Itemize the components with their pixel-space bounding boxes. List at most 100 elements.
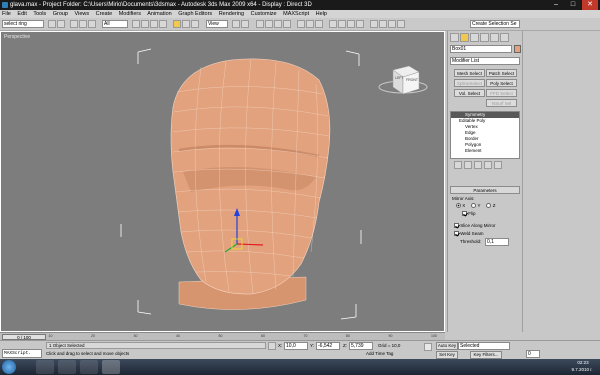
bind-space-warp-icon[interactable]	[88, 20, 96, 28]
stack-item-element[interactable]: Element	[451, 148, 519, 154]
firefox-taskbar-icon[interactable]	[36, 360, 54, 374]
x-coordinate-field[interactable]: 10,0	[284, 342, 308, 350]
flip-checkbox[interactable]: Flip	[462, 211, 476, 217]
menu-graph-editors[interactable]: Graph Editors	[178, 11, 212, 17]
angle-snap-icon[interactable]	[265, 20, 273, 28]
start-button[interactable]	[2, 360, 16, 374]
percent-snap-icon[interactable]	[274, 20, 282, 28]
render-production-icon[interactable]	[388, 20, 396, 28]
object-color-swatch[interactable]	[514, 45, 521, 53]
axis-x-radio[interactable]: X	[456, 203, 465, 209]
menu-group[interactable]: Group	[53, 11, 68, 17]
curve-editor-icon[interactable]	[338, 20, 346, 28]
menu-modifiers[interactable]: Modifiers	[119, 11, 141, 17]
pin-stack-icon[interactable]	[454, 161, 462, 169]
snaps-toggle-icon[interactable]	[256, 20, 264, 28]
patch-select-button[interactable]: Patch Select	[486, 69, 517, 77]
ffd-select-button[interactable]: FFD Select	[486, 89, 517, 97]
manipulate-icon[interactable]	[241, 20, 249, 28]
mesh-select-button[interactable]: Mesh Select	[454, 69, 485, 77]
link-icon[interactable]	[70, 20, 78, 28]
current-frame-field[interactable]: 0	[526, 350, 540, 358]
y-coordinate-field[interactable]: -6,542	[316, 342, 340, 350]
menu-animation[interactable]: Animation	[147, 11, 171, 17]
modifier-list-dropdown[interactable]: Modifier List	[450, 57, 520, 65]
display-tab-icon[interactable]	[490, 33, 499, 42]
lock-selection-icon[interactable]	[268, 342, 276, 350]
add-time-tag[interactable]: Add Time Tag	[366, 351, 393, 356]
make-unique-icon[interactable]	[474, 161, 482, 169]
layer-manager-icon[interactable]	[329, 20, 337, 28]
align-icon[interactable]	[315, 20, 323, 28]
spline-select-button[interactable]: SplineSelect	[454, 79, 485, 87]
vol-select-button[interactable]: Vol. Select	[454, 89, 485, 97]
menu-tools[interactable]: Tools	[33, 11, 46, 17]
menu-views[interactable]: Views	[75, 11, 90, 17]
set-key-button[interactable]: Set Key	[436, 351, 458, 359]
chrome-taskbar-icon[interactable]	[80, 360, 98, 374]
material-editor-icon[interactable]	[356, 20, 364, 28]
close-button[interactable]: ✕	[582, 0, 598, 10]
minimize-button[interactable]: –	[548, 0, 564, 10]
edit-named-selection-icon[interactable]	[297, 20, 305, 28]
app-icon[interactable]	[2, 2, 8, 8]
menu-customize[interactable]: Customize	[251, 11, 277, 17]
select-and-move-icon[interactable]	[173, 20, 181, 28]
threshold-input[interactable]: 0,1	[485, 238, 509, 246]
select-object-icon[interactable]	[132, 20, 140, 28]
viewcube[interactable]	[378, 65, 428, 95]
undo-icon[interactable]	[48, 20, 56, 28]
render-teapot-icon[interactable]	[397, 20, 405, 28]
menu-rendering[interactable]: Rendering	[219, 11, 244, 17]
weld-seam-checkbox[interactable]: Weld Seam	[454, 231, 483, 237]
pivot-center-icon[interactable]	[232, 20, 240, 28]
selection-set-field[interactable]: select ring	[2, 20, 44, 28]
selection-filter-dropdown[interactable]: All	[102, 20, 128, 28]
key-mode-dropdown[interactable]: Selected	[458, 342, 510, 350]
auto-key-button[interactable]: Auto Key	[436, 342, 458, 350]
parameters-rollout-title[interactable]: Parameters	[450, 186, 520, 194]
configure-modifier-sets-icon[interactable]	[494, 161, 502, 169]
axis-z-radio[interactable]: Z	[486, 203, 495, 209]
select-and-rotate-icon[interactable]	[182, 20, 190, 28]
rectangular-selection-icon[interactable]	[150, 20, 158, 28]
spinner-snap-icon[interactable]	[283, 20, 291, 28]
menu-help[interactable]: Help	[316, 11, 327, 17]
maxscript-listener[interactable]: MAXScript.	[2, 349, 42, 358]
menu-maxscript[interactable]: MAXScript	[283, 11, 309, 17]
utilities-tab-icon[interactable]	[500, 33, 509, 42]
remove-modifier-icon[interactable]	[484, 161, 492, 169]
maximize-button[interactable]: □	[565, 0, 581, 10]
menu-edit[interactable]: Edit	[17, 11, 26, 17]
z-coordinate-field[interactable]: 5,739	[349, 342, 373, 350]
window-crossing-icon[interactable]	[159, 20, 167, 28]
select-by-name-icon[interactable]	[141, 20, 149, 28]
time-slider[interactable]: 0 / 100 10 20 30 40 50 60 70 80 90 100	[0, 332, 445, 340]
reference-coordinate-dropdown[interactable]: View	[206, 20, 228, 28]
head-mesh[interactable]	[170, 58, 331, 310]
axis-y-radio[interactable]: Y	[471, 203, 480, 209]
redo-icon[interactable]	[57, 20, 65, 28]
slice-along-mirror-checkbox[interactable]: Slice Along Mirror	[454, 223, 496, 229]
schematic-view-icon[interactable]	[347, 20, 355, 28]
select-and-scale-icon[interactable]	[191, 20, 199, 28]
menu-file[interactable]: File	[2, 11, 11, 17]
object-name-field[interactable]: Box01	[450, 45, 512, 53]
render-setup-icon[interactable]	[370, 20, 378, 28]
mirror-icon[interactable]	[306, 20, 314, 28]
create-tab-icon[interactable]	[450, 33, 459, 42]
key-filters-button[interactable]: Key Filters...	[470, 351, 502, 359]
unlink-icon[interactable]	[79, 20, 87, 28]
poly-select-button[interactable]: Poly Select	[486, 79, 517, 87]
menu-create[interactable]: Create	[96, 11, 113, 17]
show-end-result-icon[interactable]	[464, 161, 472, 169]
motion-tab-icon[interactable]	[480, 33, 489, 42]
set-key-icon[interactable]	[424, 343, 432, 351]
rendered-frame-window-icon[interactable]	[379, 20, 387, 28]
hierarchy-tab-icon[interactable]	[470, 33, 479, 42]
3dsmax-taskbar-icon[interactable]	[102, 360, 120, 374]
modify-tab-icon[interactable]	[460, 33, 469, 42]
nsurf-sel-button[interactable]: NSurf Sel	[486, 99, 517, 107]
named-selection-sets-field[interactable]: Create Selection Se	[470, 20, 520, 28]
perspective-viewport[interactable]: Perspective LEFT FRONT	[0, 31, 445, 332]
